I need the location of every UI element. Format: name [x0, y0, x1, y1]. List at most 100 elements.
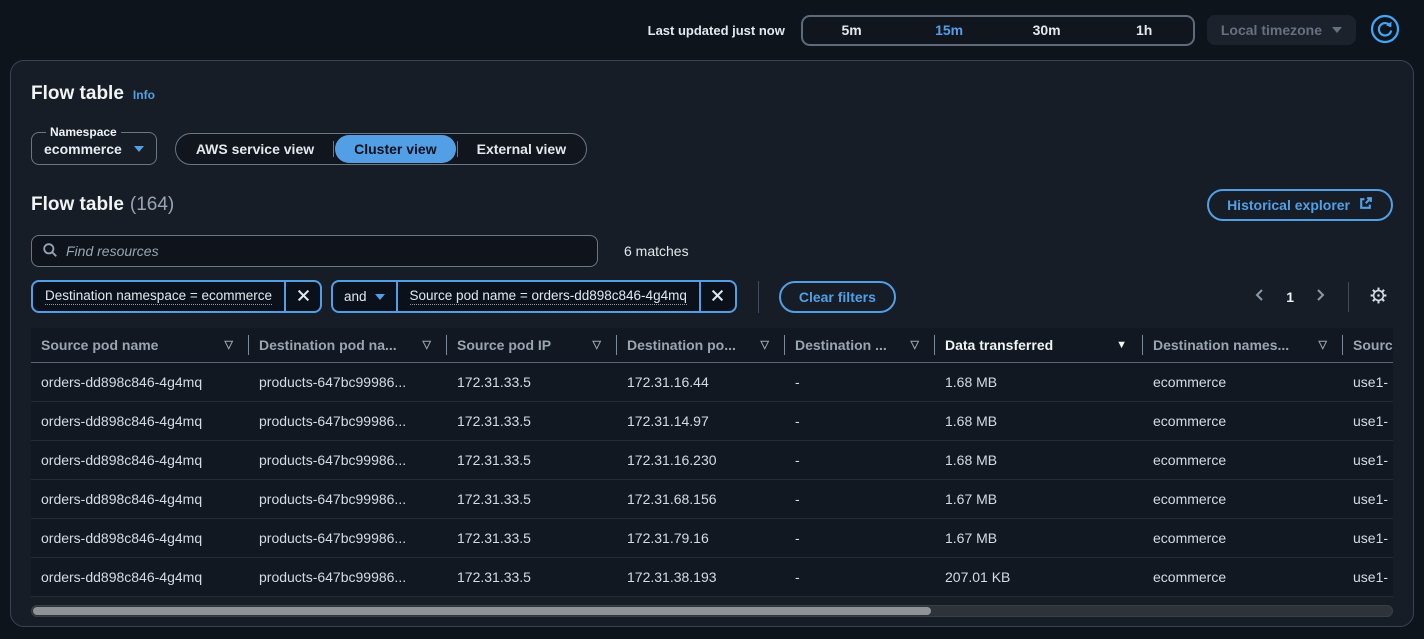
table-section-header: Flow table (164) Historical explorer: [31, 189, 1393, 221]
table-cell-destination-pod-name: products-647bc99986...: [249, 557, 447, 596]
next-page-button[interactable]: [1306, 283, 1334, 311]
time-range-15m[interactable]: 15m: [900, 17, 998, 44]
remove-filter-button[interactable]: [701, 282, 735, 311]
table-cell-source-pod-name: orders-dd898c846-4g4mq: [31, 440, 249, 479]
table-cell-destination-pod-ip: 172.31.16.44: [617, 362, 785, 401]
column-header-data-transferred[interactable]: Data transferred▼: [935, 328, 1143, 362]
column-header-destination-service[interactable]: Destination ...▽: [785, 328, 935, 362]
filter-token-text[interactable]: Destination namespace = ecommerce: [33, 282, 284, 311]
namespace-select[interactable]: Namespace ecommerce: [31, 125, 157, 165]
column-label: Source pod IP: [457, 337, 551, 353]
table-cell-data-transferred: 1.68 MB: [935, 362, 1143, 401]
table-cell-destination-pod-name: products-647bc99986...: [249, 401, 447, 440]
table-cell-destination-namespace: ecommerce: [1143, 479, 1343, 518]
flow-table-body: orders-dd898c846-4g4mqproducts-647bc9998…: [31, 362, 1393, 596]
page-number[interactable]: 1: [1278, 289, 1302, 305]
column-header-source-pod-name[interactable]: Source pod name▽: [31, 328, 249, 362]
table-cell-destination-namespace: ecommerce: [1143, 518, 1343, 557]
close-icon: [711, 289, 724, 305]
info-link[interactable]: Info: [133, 88, 155, 102]
table-cell-data-transferred: 1.68 MB: [935, 401, 1143, 440]
column-header-destination-namespace[interactable]: Destination names...▽: [1143, 328, 1343, 362]
table-row[interactable]: orders-dd898c846-4g4mqproducts-647bc9998…: [31, 362, 1393, 401]
flow-table-head: Source pod name▽Destination pod na...▽So…: [31, 328, 1393, 362]
view-option-cluster[interactable]: Cluster view: [335, 135, 455, 163]
column-label: Destination pod na...: [259, 337, 397, 353]
table-title: Flow table: [31, 194, 124, 215]
search-row: 6 matches: [31, 235, 1393, 267]
search-input[interactable]: [66, 243, 587, 259]
historical-explorer-label: Historical explorer: [1227, 197, 1350, 213]
refresh-button[interactable]: [1368, 13, 1402, 47]
chevron-down-icon: [134, 146, 144, 152]
column-header-destination-pod-name[interactable]: Destination pod na... ▽: [249, 328, 447, 362]
table-cell-source-az: use1-: [1343, 518, 1393, 557]
table-row[interactable]: orders-dd898c846-4g4mqproducts-647bc9998…: [31, 518, 1393, 557]
page-title: Flow table: [31, 83, 124, 105]
timezone-select[interactable]: Local timezone: [1207, 15, 1356, 45]
filter-token-text[interactable]: Source pod name = orders-dd898c846-4g4mq: [398, 282, 699, 311]
table-cell-destination-pod-name: products-647bc99986...: [249, 362, 447, 401]
view-option-aws-service[interactable]: AWS service view: [177, 135, 333, 163]
table-cell-data-transferred: 1.67 MB: [935, 479, 1143, 518]
column-label: Destination names...: [1153, 337, 1289, 353]
table-cell-destination-service: -: [785, 518, 935, 557]
remove-filter-button[interactable]: [286, 282, 320, 311]
column-header-source-pod-ip[interactable]: Source pod IP▽: [447, 328, 617, 362]
time-range-30m[interactable]: 30m: [998, 17, 1096, 44]
panel-title-row: Flow table Info: [31, 83, 1393, 105]
horizontal-scrollbar[interactable]: [31, 605, 1393, 617]
table-title-group: Flow table (164): [31, 194, 174, 216]
chevron-left-icon: [1252, 287, 1268, 306]
column-label: Source pod name: [41, 337, 158, 353]
table-cell-source-pod-name: orders-dd898c846-4g4mq: [31, 401, 249, 440]
column-header-destination-pod-ip[interactable]: Destination po... ▽: [617, 328, 785, 362]
table-cell-destination-pod-ip: 172.31.16.230: [617, 440, 785, 479]
controls-row: Namespace ecommerce AWS service view Clu…: [31, 125, 1393, 165]
table-cell-source-az: use1-: [1343, 479, 1393, 518]
divider: [333, 141, 334, 157]
table-cell-source-pod-name: orders-dd898c846-4g4mq: [31, 518, 249, 557]
time-range-1h[interactable]: 1h: [1095, 17, 1193, 44]
table-settings-button[interactable]: [1363, 282, 1393, 312]
last-updated-text: Last updated just now: [648, 23, 785, 38]
table-cell-source-az: use1-: [1343, 440, 1393, 479]
flow-table-scroll-area[interactable]: Source pod name▽Destination pod na...▽So…: [31, 328, 1393, 597]
table-cell-destination-namespace: ecommerce: [1143, 557, 1343, 596]
table-row[interactable]: orders-dd898c846-4g4mqproducts-647bc9998…: [31, 401, 1393, 440]
table-cell-destination-service: -: [785, 362, 935, 401]
table-row[interactable]: orders-dd898c846-4g4mqproducts-647bc9998…: [31, 440, 1393, 479]
table-cell-source-pod-name: orders-dd898c846-4g4mq: [31, 557, 249, 596]
view-option-external[interactable]: External view: [458, 135, 586, 163]
clear-filters-button[interactable]: Clear filters: [779, 281, 896, 313]
table-cell-destination-pod-name: products-647bc99986...: [249, 479, 447, 518]
table-cell-source-pod-name: orders-dd898c846-4g4mq: [31, 362, 249, 401]
sort-icon: ▽: [423, 338, 437, 351]
table-cell-destination-pod-name: products-647bc99986...: [249, 440, 447, 479]
sort-icon: ▼: [1116, 339, 1133, 351]
time-range-5m[interactable]: 5m: [803, 17, 901, 44]
matches-count: 6 matches: [624, 243, 689, 259]
column-label: Sourc: [1353, 337, 1393, 353]
column-label: Destination po...: [627, 337, 736, 353]
table-row[interactable]: orders-dd898c846-4g4mqproducts-647bc9998…: [31, 479, 1393, 518]
table-cell-destination-pod-name: products-647bc99986...: [249, 518, 447, 557]
table-cell-data-transferred: 1.68 MB: [935, 440, 1143, 479]
filter-operator-select[interactable]: and: [333, 282, 396, 311]
table-cell-source-az: use1-: [1343, 362, 1393, 401]
historical-explorer-button[interactable]: Historical explorer: [1207, 189, 1393, 221]
divider: [758, 281, 759, 313]
column-header-source-az[interactable]: Sourc▽: [1343, 328, 1393, 362]
external-link-icon: [1358, 196, 1373, 214]
search-icon: [42, 242, 58, 261]
table-row[interactable]: orders-dd898c846-4g4mqproducts-647bc9998…: [31, 557, 1393, 596]
namespace-value: ecommerce: [44, 141, 122, 157]
previous-page-button[interactable]: [1246, 283, 1274, 311]
filter-operator-label: and: [344, 289, 367, 304]
table-cell-destination-pod-ip: 172.31.38.193: [617, 557, 785, 596]
sort-icon: ▽: [761, 338, 775, 351]
filter-token-destination-namespace: Destination namespace = ecommerce: [31, 280, 322, 313]
filter-token-source-pod: and Source pod name = orders-dd898c846-4…: [331, 280, 737, 313]
scrollbar-thumb[interactable]: [33, 607, 931, 615]
table-count: (164): [130, 194, 174, 215]
